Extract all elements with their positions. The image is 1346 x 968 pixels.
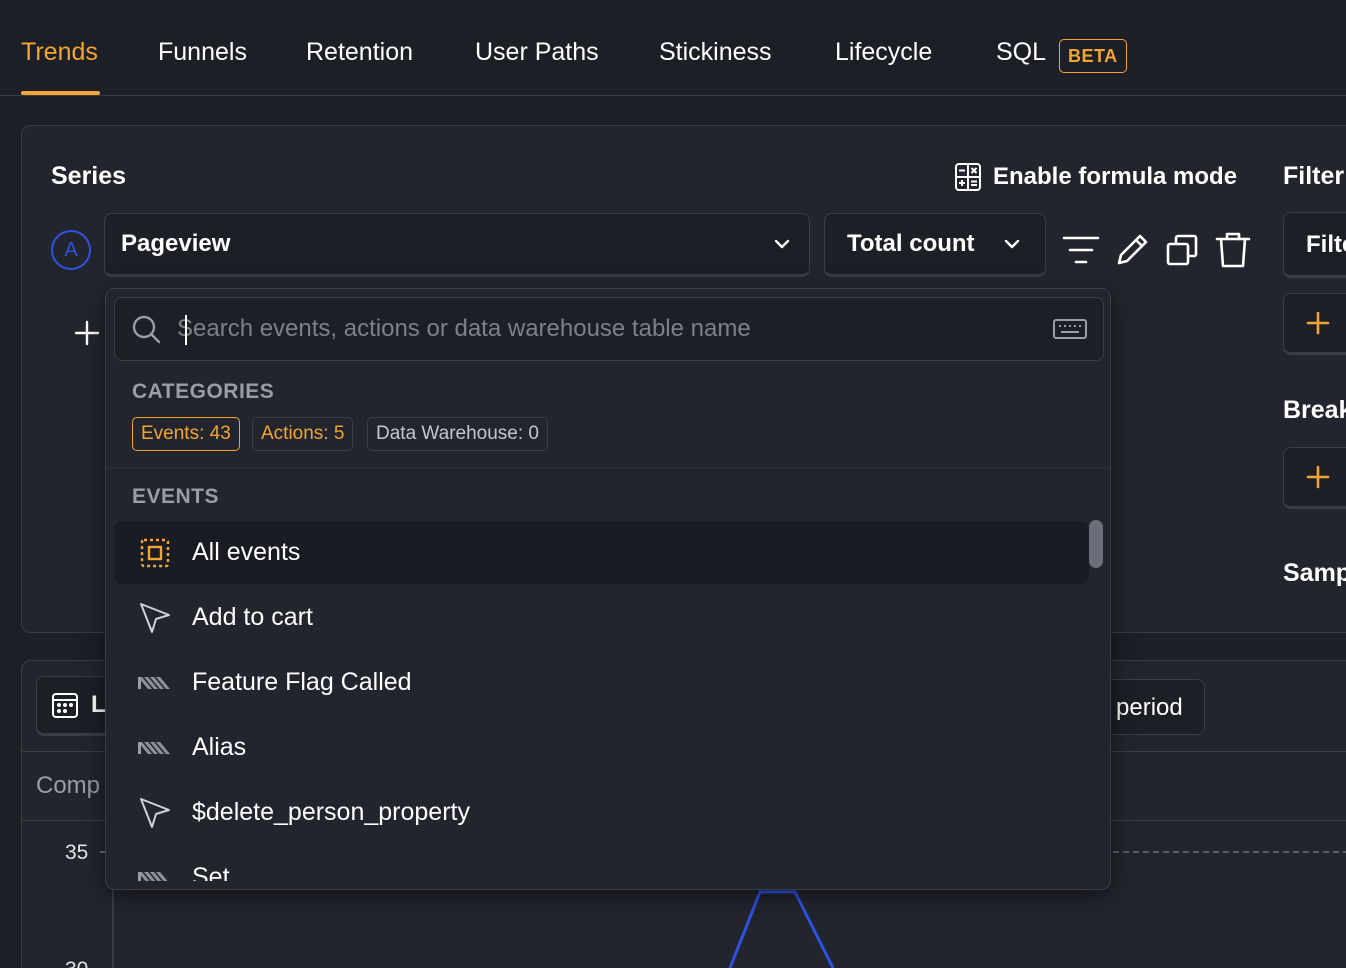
event-label: $delete_person_property xyxy=(192,798,470,826)
math-label: Total count xyxy=(847,230,975,257)
keyboard-icon[interactable] xyxy=(1053,317,1087,341)
delete-series-button[interactable] xyxy=(1213,230,1253,270)
tab-user-paths[interactable]: User Paths xyxy=(475,38,599,67)
autocapture-icon xyxy=(138,731,172,765)
active-tab-indicator xyxy=(21,91,100,95)
compare-label: Comp xyxy=(36,772,101,799)
duplicate-series-button[interactable] xyxy=(1162,230,1202,270)
event-search-input[interactable] xyxy=(177,315,1053,343)
event-label: All events xyxy=(192,538,301,566)
tab-stickiness[interactable]: Stickiness xyxy=(659,38,772,67)
beta-badge: BETA xyxy=(1059,39,1127,73)
formula-mode-label: Enable formula mode xyxy=(993,163,1238,190)
event-search-box[interactable] xyxy=(114,297,1104,361)
series-title: Series xyxy=(51,162,127,190)
chevron-down-icon xyxy=(1004,239,1020,249)
cursor-icon xyxy=(138,796,172,830)
insight-type-tabs: Trends Funnels Retention User Paths Stic… xyxy=(0,0,1346,96)
category-data-warehouse-pill[interactable]: Data Warehouse: 0 xyxy=(367,417,548,451)
tab-retention[interactable]: Retention xyxy=(306,38,413,67)
enable-formula-mode-button[interactable]: Enable formula mode xyxy=(953,160,1237,194)
list-item[interactable]: Alias xyxy=(114,716,1089,779)
add-series-plus-icon[interactable] xyxy=(72,318,102,348)
calculator-icon xyxy=(955,163,981,191)
list-item[interactable]: Feature Flag Called xyxy=(114,651,1089,714)
tab-trends[interactable]: Trends xyxy=(21,38,98,67)
event-label: Feature Flag Called xyxy=(192,668,412,696)
plus-icon xyxy=(1306,311,1330,335)
copy-icon xyxy=(1166,234,1198,266)
list-item[interactable]: $delete_person_property xyxy=(114,781,1089,844)
sampling-title: Samp xyxy=(1283,559,1346,587)
calendar-icon xyxy=(52,693,78,718)
filter-icon xyxy=(1062,236,1100,264)
chevron-down-icon xyxy=(774,239,790,249)
series-line xyxy=(728,890,835,968)
all-events-icon xyxy=(138,536,172,570)
filter-button[interactable]: Filte xyxy=(1283,212,1346,278)
autocapture-icon xyxy=(138,861,172,881)
rename-series-button[interactable] xyxy=(1112,230,1152,270)
series-letter-badge: A xyxy=(51,230,91,270)
filters-title: Filter xyxy=(1283,162,1345,190)
events-section-label: EVENTS xyxy=(132,485,220,508)
divider xyxy=(106,467,1110,468)
tab-sql[interactable]: SQL xyxy=(996,38,1046,67)
date-range-label: L xyxy=(91,691,106,718)
text-cursor xyxy=(185,315,187,345)
breakdown-title: Break xyxy=(1283,396,1346,424)
tab-funnels[interactable]: Funnels xyxy=(158,38,247,67)
event-label: Add to cart xyxy=(192,603,313,631)
event-label: Alias xyxy=(192,733,247,761)
math-select-dropdown[interactable]: Total count xyxy=(824,213,1046,277)
plus-icon xyxy=(1306,465,1330,489)
list-item[interactable]: Add to cart xyxy=(114,586,1089,649)
event-picker-dropdown: CATEGORIES Events: 43 Actions: 5 Data Wa… xyxy=(105,288,1111,890)
trash-icon xyxy=(1215,232,1251,268)
tab-lifecycle[interactable]: Lifecycle xyxy=(835,38,932,67)
event-list: All events Add to cart Feature Flag Call… xyxy=(106,515,1110,881)
category-actions-pill[interactable]: Actions: 5 xyxy=(252,417,354,451)
list-item[interactable]: All events xyxy=(114,521,1089,584)
search-icon xyxy=(132,315,161,344)
cursor-icon xyxy=(138,601,172,635)
categories-label: CATEGORIES xyxy=(132,380,275,403)
filter-series-button[interactable] xyxy=(1061,230,1101,270)
add-breakdown-button[interactable] xyxy=(1283,447,1346,509)
selected-event-label: Pageview xyxy=(121,230,231,257)
event-label: Set xyxy=(192,863,230,881)
add-filter-button[interactable] xyxy=(1283,293,1346,355)
event-select-dropdown[interactable]: Pageview xyxy=(104,213,810,277)
category-events-pill[interactable]: Events: 43 xyxy=(132,417,240,451)
pencil-icon xyxy=(1117,234,1148,265)
autocapture-icon xyxy=(138,666,172,700)
list-item[interactable]: Set xyxy=(114,846,1089,881)
scrollbar-thumb[interactable] xyxy=(1089,520,1103,568)
